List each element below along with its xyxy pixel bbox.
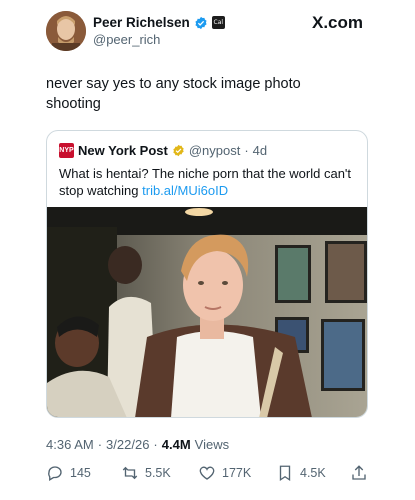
affiliate-badge[interactable]: Cal: [211, 16, 225, 29]
action-bar: 145 5.5K 177K 4.5K: [46, 464, 372, 486]
like-count: 177K: [222, 466, 252, 480]
bookmark-button[interactable]: 4.5K: [276, 464, 326, 482]
reply-button[interactable]: 145: [46, 464, 91, 482]
verified-badge-icon: [195, 16, 207, 29]
share-button[interactable]: [350, 464, 368, 482]
quoted-header: NYP New York Post @nypost · 4d: [59, 143, 267, 158]
quoted-time[interactable]: 4d: [253, 143, 267, 158]
share-icon: [352, 465, 366, 480]
source-label: X.com: [312, 13, 364, 32]
repost-icon: [122, 466, 138, 480]
quoted-photo[interactable]: [47, 207, 367, 417]
like-button[interactable]: 177K: [198, 464, 251, 482]
verified-gold-badge-icon: [173, 144, 184, 157]
reply-icon: [48, 466, 62, 481]
tweet-time[interactable]: 4:36 AM: [46, 437, 94, 452]
bookmark-icon: [279, 465, 291, 482]
tweet-meta: 4:36 AM · 3/22/26 · 4.4M Views: [46, 437, 229, 452]
quoted-text: What is hentai? The niche porn that the …: [59, 165, 354, 199]
meta-separator: ·: [153, 437, 158, 452]
avatar[interactable]: [46, 11, 86, 51]
repost-button[interactable]: 5.5K: [121, 464, 171, 482]
separator-dot: ·: [244, 143, 249, 158]
views-label: Views: [194, 437, 230, 452]
tweet-date[interactable]: 3/22/26: [106, 437, 149, 452]
heart-icon: [199, 466, 215, 480]
author-name[interactable]: Peer Richelsen: [93, 15, 190, 30]
quoted-handle[interactable]: @nypost: [189, 143, 241, 158]
quoted-link[interactable]: trib.al/MUi6oID: [142, 183, 228, 198]
meta-separator: ·: [97, 437, 103, 452]
quoted-author-name[interactable]: New York Post: [78, 143, 168, 158]
author-handle[interactable]: @peer_rich: [93, 32, 160, 47]
bookmark-count: 4.5K: [300, 466, 326, 480]
author-name-row: Peer Richelsen Cal: [93, 15, 225, 30]
tweet-text: never say yes to any stock image photo s…: [46, 76, 301, 112]
nypost-logo: NYP: [59, 143, 74, 158]
quoted-tweet-card[interactable]: NYP New York Post @nypost · 4d What is h…: [46, 130, 368, 418]
views-count: 4.4M: [161, 437, 191, 452]
reply-count: 145: [70, 466, 91, 480]
repost-count: 5.5K: [145, 466, 171, 480]
